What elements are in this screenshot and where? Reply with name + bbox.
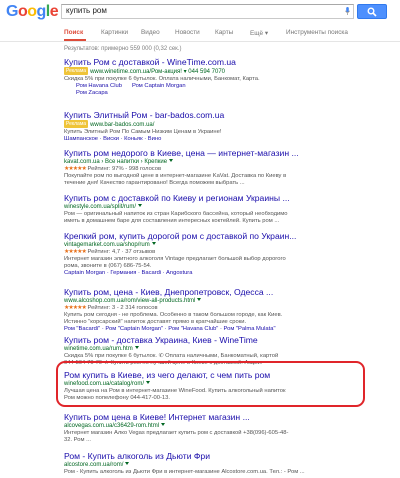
top-bar: Google купить ром [0, 0, 400, 24]
chevron-down-icon[interactable] [161, 423, 166, 426]
chevron-down-icon[interactable] [138, 204, 143, 207]
logo-letter: o [17, 3, 28, 20]
result-snippet: Лучшая цена на Ром в интернет-магазине W… [64, 388, 286, 394]
result-snippet: Ром — оригинальный напиток из стран Кари… [64, 211, 288, 217]
result-snippet: Скидка 5% при покупке 6 бутылок. Оплата … [64, 76, 260, 82]
result-title-link[interactable]: Купить ром цена в Киеве! Интернет магази… [64, 412, 354, 422]
chevron-down-icon[interactable] [169, 159, 174, 162]
chevron-down-icon[interactable] [151, 242, 156, 245]
search-tabs: Поиск Картинки Видео Новости Карты Ещё ▾… [0, 27, 400, 42]
tab-search[interactable]: Поиск [64, 29, 83, 36]
search-result: Купить ром с доставкой по Киеву и регион… [64, 193, 354, 225]
sitelink[interactable]: Captain Morgan · Германия · Bacardi · An… [64, 270, 354, 277]
result-snippet: Купить Элитный Ром По Самым Низким Ценам… [64, 129, 222, 135]
rating-stars-icon: ★★★★★ [64, 305, 87, 311]
active-tab-indicator [64, 39, 86, 41]
result-url: www.alcoshop.com.ua/rom/view-all-product… [64, 298, 196, 304]
result-snippet: иметь в домашнем баре для составления ин… [64, 218, 280, 224]
search-result: Купить Элитный Ром - bar-bados.com.ua Ре… [64, 110, 354, 143]
result-url: www.bar-bados.com.ua/ [90, 122, 155, 128]
search-result: Крепкий ром, купить дорогой ром с достав… [64, 231, 354, 277]
search-query: купить ром [66, 6, 107, 15]
chevron-down-icon[interactable] [134, 346, 139, 349]
logo-letter: o [27, 3, 37, 20]
chevron-down-icon[interactable] [125, 462, 130, 465]
result-url: alcostore.com.ua/rom/ [64, 462, 124, 468]
result-rating: ★★★★★ Рейтинг: 97% - 998 голосов [64, 166, 162, 172]
result-snippet: Интернет магазин Алко Vegas предлагает к… [64, 430, 289, 436]
tab-images[interactable]: Картинки [101, 29, 128, 36]
search-result: Купить ром недорого в Киеве, цена — инте… [64, 148, 354, 187]
result-url: kavat.com.ua › Все напитки › Крепкие [64, 159, 168, 165]
result-url: vintagemarket.com.ua/shop/rum [64, 242, 150, 248]
search-result-highlighted: Ром купить в Киеве, из чего делают, с че… [64, 370, 354, 402]
result-rating: ★★★★★ Рейтинг: 4,7 · 37 отзывов [64, 249, 156, 255]
result-snippet: 32. Ром ... [64, 437, 91, 443]
tab-video[interactable]: Видео [141, 29, 160, 36]
result-url: winefood.com.ua/catalog/rom/ [64, 381, 145, 387]
result-url: winestyle.com.ua/split/rum/ [64, 204, 137, 210]
chevron-down-icon[interactable] [197, 298, 202, 301]
search-icon [367, 7, 377, 17]
result-snippet: рома, звоните в (067) 686-75-54. [64, 263, 152, 269]
result-title-link[interactable]: Купить ром, цена - Киев, Днепропетровск,… [64, 287, 354, 297]
result-title-link[interactable]: Купить ром - доставка Украина, Киев - Wi… [64, 335, 354, 345]
search-result: Купить ром, цена - Киев, Днепропетровск,… [64, 287, 354, 333]
result-snippet: Истинно "корсарский" напиток доставят пр… [64, 319, 247, 325]
tab-maps[interactable]: Карты [215, 29, 233, 36]
result-snippet: Покупайте ром по выгодной цене в интерне… [64, 173, 287, 179]
sitelink[interactable]: Ром "Bacardi" · Ром "Captain Morgan" · Р… [64, 326, 354, 333]
result-stats: Результатов: примерно 559 000 (0,32 сек.… [64, 46, 182, 52]
ad-badge: Реклама [64, 120, 89, 128]
result-url: alcovegas.com.ua/c36429-rom.html [64, 423, 160, 429]
result-url: www.winetime.com.ua/Ром-акция! [90, 69, 182, 75]
result-snippet: течение дня! Качество гарантировано! Все… [64, 180, 245, 186]
search-result: Купить Ром с доставкой - WineTime.com.ua… [64, 57, 354, 97]
search-input[interactable]: купить ром [61, 4, 354, 19]
tab-news[interactable]: Новости [175, 29, 200, 36]
result-rating: ★★★★★ Рейтинг: 3 - 2 314 голосов [64, 305, 158, 311]
result-title-link[interactable]: Ром купить в Киеве, из чего делают, с че… [64, 370, 354, 380]
rating-stars-icon: ★★★★★ [64, 249, 87, 255]
tab-more[interactable]: Ещё ▾ [250, 29, 268, 37]
google-logo[interactable]: Google [6, 3, 59, 21]
result-title-link[interactable]: Купить ром недорого в Киеве, цена — инте… [64, 148, 354, 158]
search-result: Купить ром цена в Киеве! Интернет магази… [64, 412, 354, 444]
result-snippet[interactable]: Шампанское · Виски · Коньяк · Вино [64, 136, 354, 143]
sitelink[interactable]: Ром Havana Club [76, 83, 122, 89]
result-snippet: Скидка 5% при покупке 6 бутылок. ✆ Оплат… [64, 353, 279, 359]
logo-letter: e [49, 3, 59, 20]
sitelink[interactable]: Ром Captain Morgan [132, 83, 186, 89]
sitelink[interactable]: Ром Zacapa [76, 90, 108, 96]
result-snippet: Ром можно попелефону 044-417-00-13. [64, 395, 170, 401]
rating-stars-icon: ★★★★★ [64, 166, 87, 172]
result-url: winetime.com.ua/rum.htm [64, 346, 133, 352]
result-title-link[interactable]: Купить Элитный Ром - bar-bados.com.ua [64, 110, 354, 120]
result-title-link[interactable]: Купить ром с доставкой по Киеву и регион… [64, 193, 354, 203]
search-button[interactable] [357, 4, 387, 19]
result-title-link[interactable]: Ром - Купить алкоголь из Дьюти Фри [64, 451, 354, 461]
result-title-link[interactable]: Купить Ром с доставкой - WineTime.com.ua [64, 57, 354, 67]
result-snippet: Ром - Купить алкоголь из Дьюти Фри в инт… [64, 469, 305, 475]
chevron-down-icon[interactable] [146, 381, 151, 384]
microphone-icon[interactable] [345, 7, 350, 15]
search-result: Ром - Купить алкоголь из Дьюти Фри alcos… [64, 451, 354, 476]
logo-letter: G [6, 3, 18, 20]
result-title-link[interactable]: Крепкий ром, купить дорогой ром с достав… [64, 231, 354, 241]
result-snippet: Купить ром сегодня - не проблема. Особен… [64, 312, 283, 318]
logo-letter: g [36, 3, 47, 20]
tab-search-tools[interactable]: Инструменты поиска [286, 29, 348, 36]
result-phone: ▾ 044 594 7070 [183, 69, 226, 75]
ad-badge: Реклама [64, 67, 89, 75]
result-snippet: Интернет магазин элитного алкоголя Vinta… [64, 256, 286, 262]
